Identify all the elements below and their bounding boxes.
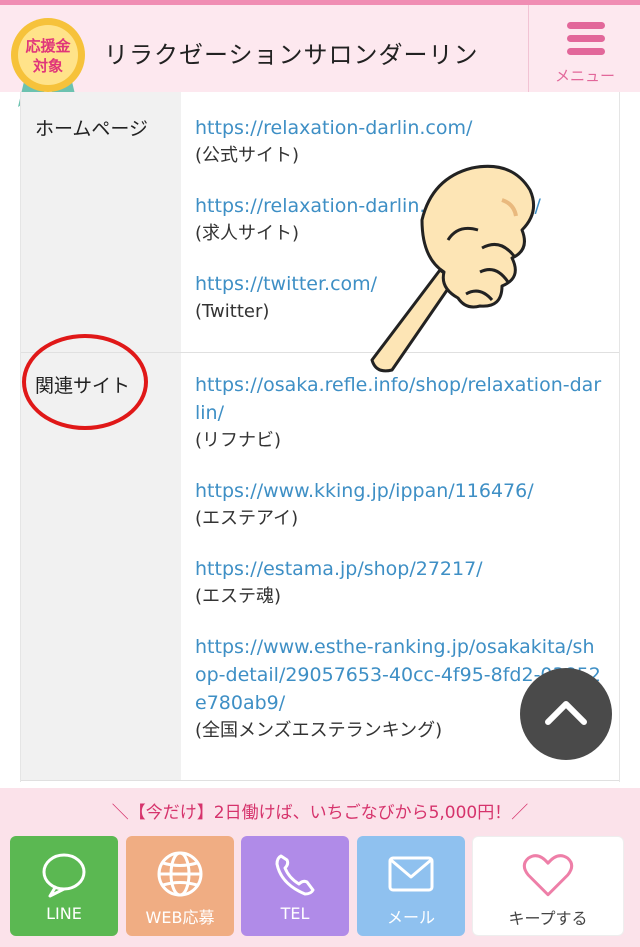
globe-icon [157,851,203,897]
kking-link[interactable]: https://www.kking.jp/ippan/116476/ [195,477,605,505]
menu-label: メニュー [554,67,615,85]
official-site-link[interactable]: https://relaxation-darlin.com/ [195,114,605,142]
phone-icon [275,854,315,896]
row-label-homepage: ホームページ [21,92,181,352]
web-apply-button-label: WEB応募 [145,908,215,927]
mail-button-label: メール [386,908,435,927]
keep-button-label: キープする [508,909,588,928]
link-note: (エステ魂) [195,586,282,607]
line-button-label: LINE [46,904,82,923]
badge-line2: 対象 [32,57,63,75]
web-apply-button[interactable]: WEB応募 [126,836,234,936]
site-header: 応援金 対象 リラクゼーションサロンダーリン メニュー [0,0,640,109]
envelope-icon [388,856,434,892]
page-title: リラクゼーションサロンダーリン [104,41,479,69]
link-note: (リフナビ) [195,430,282,451]
menu-button[interactable]: メニュー [528,5,640,92]
link-note: (エステアイ) [195,508,299,529]
pointing-hand-icon [370,164,536,373]
hamburger-icon [567,22,605,58]
highlight-circle [22,334,148,430]
keep-button[interactable]: キープする [472,836,624,936]
list-item: https://estama.jp/shop/27217/ (エステ魂) [195,555,605,611]
list-item: https://osaka.refle.info/shop/relaxation… [195,371,605,455]
promo-banner-text[interactable]: ＼【今だけ】2日働けば、いちごなびから5,000円！／ [0,798,640,823]
refle-link[interactable]: https://osaka.refle.info/shop/relaxation… [195,371,605,427]
list-item: https://www.kking.jp/ippan/116476/ (エステア… [195,477,605,533]
tel-button[interactable]: TEL [241,836,349,936]
scroll-to-top-button[interactable] [520,668,612,760]
badge-line1: 応援金 [25,37,71,55]
mail-button[interactable]: メール [357,836,465,936]
tel-button-label: TEL [280,904,310,923]
estama-link[interactable]: https://estama.jp/shop/27217/ [195,555,605,583]
line-button[interactable]: LINE [10,836,118,936]
chat-bubble-icon [42,853,86,898]
heart-icon [522,854,574,897]
chevron-up-icon [545,701,587,725]
